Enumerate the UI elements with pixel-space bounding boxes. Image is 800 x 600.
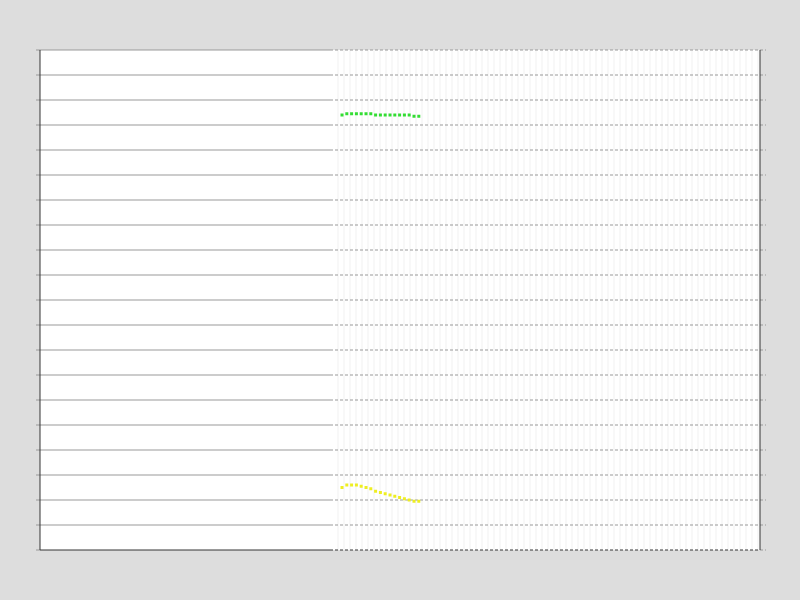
data-point [345,483,349,487]
data-point [402,497,406,501]
data-point [369,112,373,116]
data-point [354,112,358,116]
data-point [388,493,392,497]
data-point [398,113,402,117]
data-point [383,492,387,496]
data-point [412,499,416,503]
data-point [359,112,363,116]
data-point [407,498,411,502]
data-point [388,113,392,117]
data-point [369,487,373,491]
data-point [393,494,397,498]
data-point [364,112,368,116]
data-point [412,114,416,118]
data-point [374,489,378,493]
data-point [383,113,387,117]
data-point [378,113,382,117]
data-point [350,112,354,116]
data-point [374,113,378,117]
chart [36,49,766,551]
data-point [340,113,344,117]
data-point [364,486,368,489]
data-point [393,113,397,117]
chart-gridlines [36,49,766,551]
data-point [378,491,382,494]
data-point [350,483,354,487]
data-point [402,113,406,117]
data-point [417,499,421,503]
data-point [398,496,402,499]
data-point [359,484,363,488]
data-point [345,112,349,116]
data-point [340,486,344,489]
data-point [354,483,358,487]
data-point [407,113,411,117]
data-point [417,114,421,118]
